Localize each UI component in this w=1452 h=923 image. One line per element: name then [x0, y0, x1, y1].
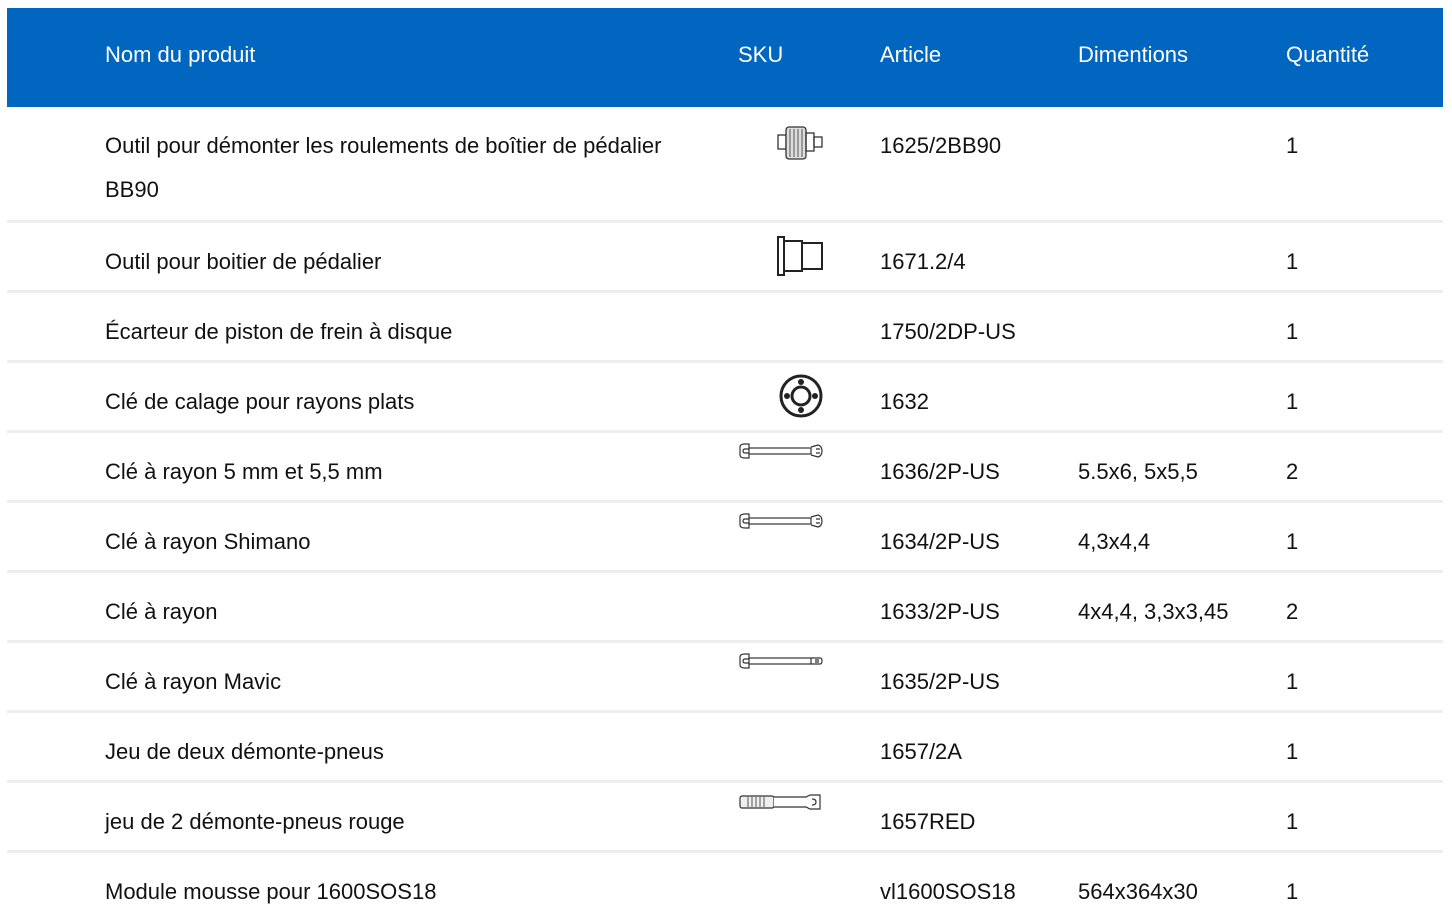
product-table: Nom du produit SKU Article Dimentions Qu… — [7, 8, 1443, 923]
quantity-value: 1 — [1286, 529, 1299, 554]
article-code: 1625/2BB90 — [880, 133, 1002, 158]
quantity-value: 2 — [1286, 459, 1299, 484]
quantity-value: 1 — [1286, 319, 1299, 344]
table-row: Outil pour boitier de pédalier 1671.2/4 … — [7, 223, 1443, 293]
table-row: jeu de 2 démonte-pneus rouge 1657RED 1 — [7, 783, 1443, 853]
header-quantity: Quantité — [1286, 42, 1370, 67]
quantity-value: 2 — [1286, 599, 1299, 624]
product-name: jeu de 2 démonte-pneus rouge — [105, 809, 405, 834]
quantity-value: 1 — [1286, 879, 1299, 904]
bearing-tool-icon — [776, 123, 824, 163]
table-row: Clé à rayon Shimano 1634/2P-US 4,3x4,4 1 — [7, 503, 1443, 573]
table-row: Jeu de deux démonte-pneus 1657/2A 1 — [7, 713, 1443, 783]
product-name: Outil pour démonter les roulements de bo… — [105, 133, 662, 202]
quantity-value: 1 — [1286, 133, 1299, 158]
quantity-value: 1 — [1286, 389, 1299, 414]
header-dimensions: Dimentions — [1078, 42, 1189, 67]
article-code: 1636/2P-US — [880, 459, 1000, 484]
quantity-value: 1 — [1286, 809, 1299, 834]
product-name: Outil pour boitier de pédalier — [105, 249, 382, 274]
table-row: Outil pour démonter les roulements de bo… — [7, 107, 1443, 223]
table-row: Clé de calage pour rayons plats 1632 1 — [7, 363, 1443, 433]
spoke-wrench-icon — [738, 443, 824, 459]
quantity-value: 1 — [1286, 669, 1299, 694]
tire-lever-icon — [738, 793, 824, 811]
product-name: Clé à rayon — [105, 599, 218, 624]
article-code: 1635/2P-US — [880, 669, 1000, 694]
spoke-wrench-icon — [738, 513, 824, 529]
article-code: 1633/2P-US — [880, 599, 1000, 624]
table-row: Clé à rayon 1633/2P-US 4x4,4, 3,3x3,45 2 — [7, 573, 1443, 643]
quantity-value: 1 — [1286, 249, 1299, 274]
product-name: Clé à rayon 5 mm et 5,5 mm — [105, 459, 383, 484]
product-name: Clé à rayon Shimano — [105, 529, 311, 554]
article-code: 1657RED — [880, 809, 976, 834]
header-article: Article — [880, 42, 942, 67]
product-name: Clé à rayon Mavic — [105, 669, 282, 694]
header-name: Nom du produit — [105, 42, 256, 67]
table-row: Module mousse pour 1600SOS18 vl1600SOS18… — [7, 853, 1443, 923]
product-name: Écarteur de piston de frein à disque — [105, 319, 453, 344]
product-name: Module mousse pour 1600SOS18 — [105, 879, 437, 904]
article-code: 1657/2A — [880, 739, 962, 764]
article-code: 1632 — [880, 389, 929, 414]
bottom-bracket-tool-icon — [776, 233, 824, 279]
table-row: Écarteur de piston de frein à disque 175… — [7, 293, 1443, 363]
table-row: Clé à rayon 5 mm et 5,5 mm 1636/2P-US 5.… — [7, 433, 1443, 503]
dimensions-value: 5.5x6, 5x5,5 — [1078, 459, 1198, 484]
spoke-wrench-icon — [738, 653, 824, 669]
dimensions-value: 564x364x30 — [1078, 879, 1198, 904]
dimensions-value: 4x4,4, 3,3x3,45 — [1078, 599, 1229, 624]
product-name: Jeu de deux démonte-pneus — [105, 739, 384, 764]
product-name: Clé de calage pour rayons plats — [105, 389, 415, 414]
ring-tool-icon — [778, 373, 824, 419]
article-code: vl1600SOS18 — [880, 879, 1016, 904]
article-code: 1671.2/4 — [880, 249, 966, 274]
quantity-value: 1 — [1286, 739, 1299, 764]
article-code: 1750/2DP-US — [880, 319, 1016, 344]
table-row: Clé à rayon Mavic 1635/2P-US 1 — [7, 643, 1443, 713]
article-code: 1634/2P-US — [880, 529, 1000, 554]
table-header: Nom du produit SKU Article Dimentions Qu… — [7, 8, 1443, 107]
dimensions-value: 4,3x4,4 — [1078, 529, 1151, 554]
header-sku: SKU — [738, 42, 784, 67]
